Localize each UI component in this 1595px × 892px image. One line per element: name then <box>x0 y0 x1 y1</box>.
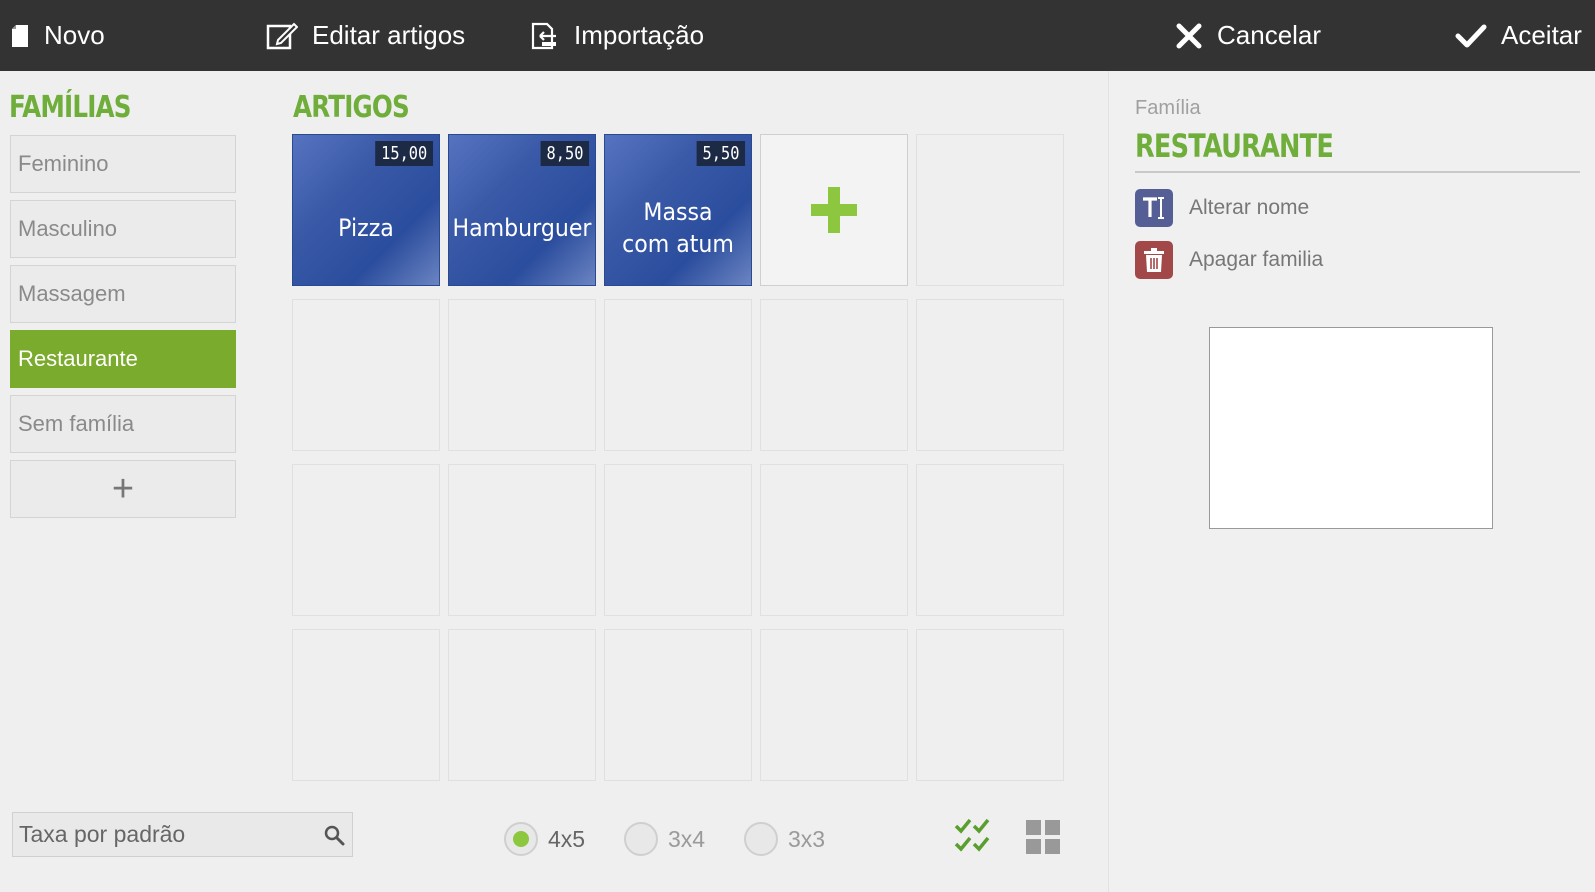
article-tile-hamburguer[interactable]: 8,50 Hamburguer <box>448 134 596 286</box>
cancel-button[interactable]: Cancelar <box>1175 0 1321 71</box>
family-details-panel: Família RESTAURANTE Alterar nome Apagar … <box>1108 71 1595 892</box>
new-button[interactable]: Novo <box>10 0 105 71</box>
search-icon[interactable] <box>315 824 352 846</box>
families-title: FAMÍLIAS <box>9 90 132 125</box>
empty-article-slot[interactable] <box>916 629 1064 781</box>
article-tile-massa-com-atum[interactable]: 5,50 Massa com atum <box>604 134 752 286</box>
empty-article-slot[interactable] <box>760 629 908 781</box>
grid-icon <box>1026 820 1060 854</box>
empty-article-slot[interactable] <box>292 299 440 451</box>
add-article-button[interactable] <box>760 134 908 286</box>
family-label: Família <box>1135 97 1201 119</box>
empty-article-slot[interactable] <box>760 464 908 616</box>
family-item-label: Sem família <box>18 411 135 436</box>
grid-size-3x3-radio[interactable]: 3x3 <box>744 822 825 856</box>
default-tax-input[interactable] <box>13 813 315 856</box>
delete-family-button[interactable]: Apagar familia <box>1135 241 1323 279</box>
article-tile-pizza[interactable]: 15,00 Pizza <box>292 134 440 286</box>
article-name: Massa com atum <box>622 198 734 258</box>
family-item-label: Feminino <box>18 151 109 176</box>
family-name-title: RESTAURANTE <box>1135 127 1334 165</box>
accept-label: Aceitar <box>1501 20 1582 50</box>
radio-circle <box>744 822 778 856</box>
plus-icon <box>811 187 857 233</box>
empty-article-slot[interactable] <box>604 629 752 781</box>
grid-view-button[interactable] <box>1026 820 1060 859</box>
empty-article-slot[interactable] <box>292 464 440 616</box>
add-family-button[interactable]: + <box>10 460 236 518</box>
trash-icon <box>1135 241 1173 279</box>
import-icon <box>530 22 560 50</box>
radio-circle <box>624 822 658 856</box>
empty-article-slot[interactable] <box>448 299 596 451</box>
import-label: Importação <box>574 20 705 50</box>
checkmark-icon <box>1455 23 1487 49</box>
multi-check-icon <box>954 818 990 852</box>
radio-dot <box>513 831 529 847</box>
article-price: 15,00 <box>375 141 433 166</box>
radio-label: 4x5 <box>548 825 586 852</box>
family-item-masculino[interactable]: Masculino <box>10 200 236 258</box>
radio-circle <box>504 822 538 856</box>
articles-title: ARTIGOS <box>293 90 410 125</box>
grid-size-4x5-radio[interactable]: 4x5 <box>504 822 585 856</box>
select-all-button[interactable] <box>954 818 992 861</box>
empty-article-slot[interactable] <box>760 299 908 451</box>
empty-article-slot[interactable] <box>916 134 1064 286</box>
empty-article-slot[interactable] <box>604 299 752 451</box>
empty-article-slot[interactable] <box>604 464 752 616</box>
article-price: 8,50 <box>540 141 589 166</box>
edit-icon <box>266 21 298 51</box>
empty-article-slot[interactable] <box>448 464 596 616</box>
accept-button[interactable]: Aceitar <box>1455 0 1582 71</box>
top-toolbar: Novo Editar artigos Importação Cancelar … <box>0 0 1595 71</box>
family-item-label: Masculino <box>18 216 118 241</box>
rename-family-button[interactable]: Alterar nome <box>1135 189 1309 227</box>
article-name: Hamburguer <box>452 214 592 242</box>
article-price: 5,50 <box>696 141 745 166</box>
family-item-feminino[interactable]: Feminino <box>10 135 236 193</box>
family-item-restaurante[interactable]: Restaurante <box>10 330 236 388</box>
family-item-label: Massagem <box>18 281 126 306</box>
radio-label: 3x3 <box>788 825 826 852</box>
rename-family-label: Alterar nome <box>1189 196 1310 219</box>
empty-article-slot[interactable] <box>916 464 1064 616</box>
empty-article-slot[interactable] <box>292 629 440 781</box>
close-icon <box>1175 22 1203 50</box>
import-button[interactable]: Importação <box>530 0 704 71</box>
family-item-label: Restaurante <box>18 346 138 371</box>
grid-size-3x4-radio[interactable]: 3x4 <box>624 822 705 856</box>
default-tax-search <box>12 812 353 857</box>
family-item-massagem[interactable]: Massagem <box>10 265 236 323</box>
plus-icon: + <box>111 467 135 510</box>
edit-articles-label: Editar artigos <box>312 20 466 50</box>
family-image-placeholder[interactable] <box>1209 327 1493 529</box>
article-name: Pizza <box>338 214 394 242</box>
radio-label: 3x4 <box>668 825 706 852</box>
new-document-icon <box>10 24 30 48</box>
cancel-label: Cancelar <box>1217 20 1322 50</box>
empty-article-slot[interactable] <box>448 629 596 781</box>
delete-family-label: Apagar familia <box>1189 248 1324 271</box>
empty-article-slot[interactable] <box>916 299 1064 451</box>
text-edit-icon <box>1135 189 1173 227</box>
new-button-label: Novo <box>44 20 105 50</box>
edit-articles-button[interactable]: Editar artigos <box>266 0 465 71</box>
divider <box>1135 171 1580 173</box>
family-item-sem-familia[interactable]: Sem família <box>10 395 236 453</box>
